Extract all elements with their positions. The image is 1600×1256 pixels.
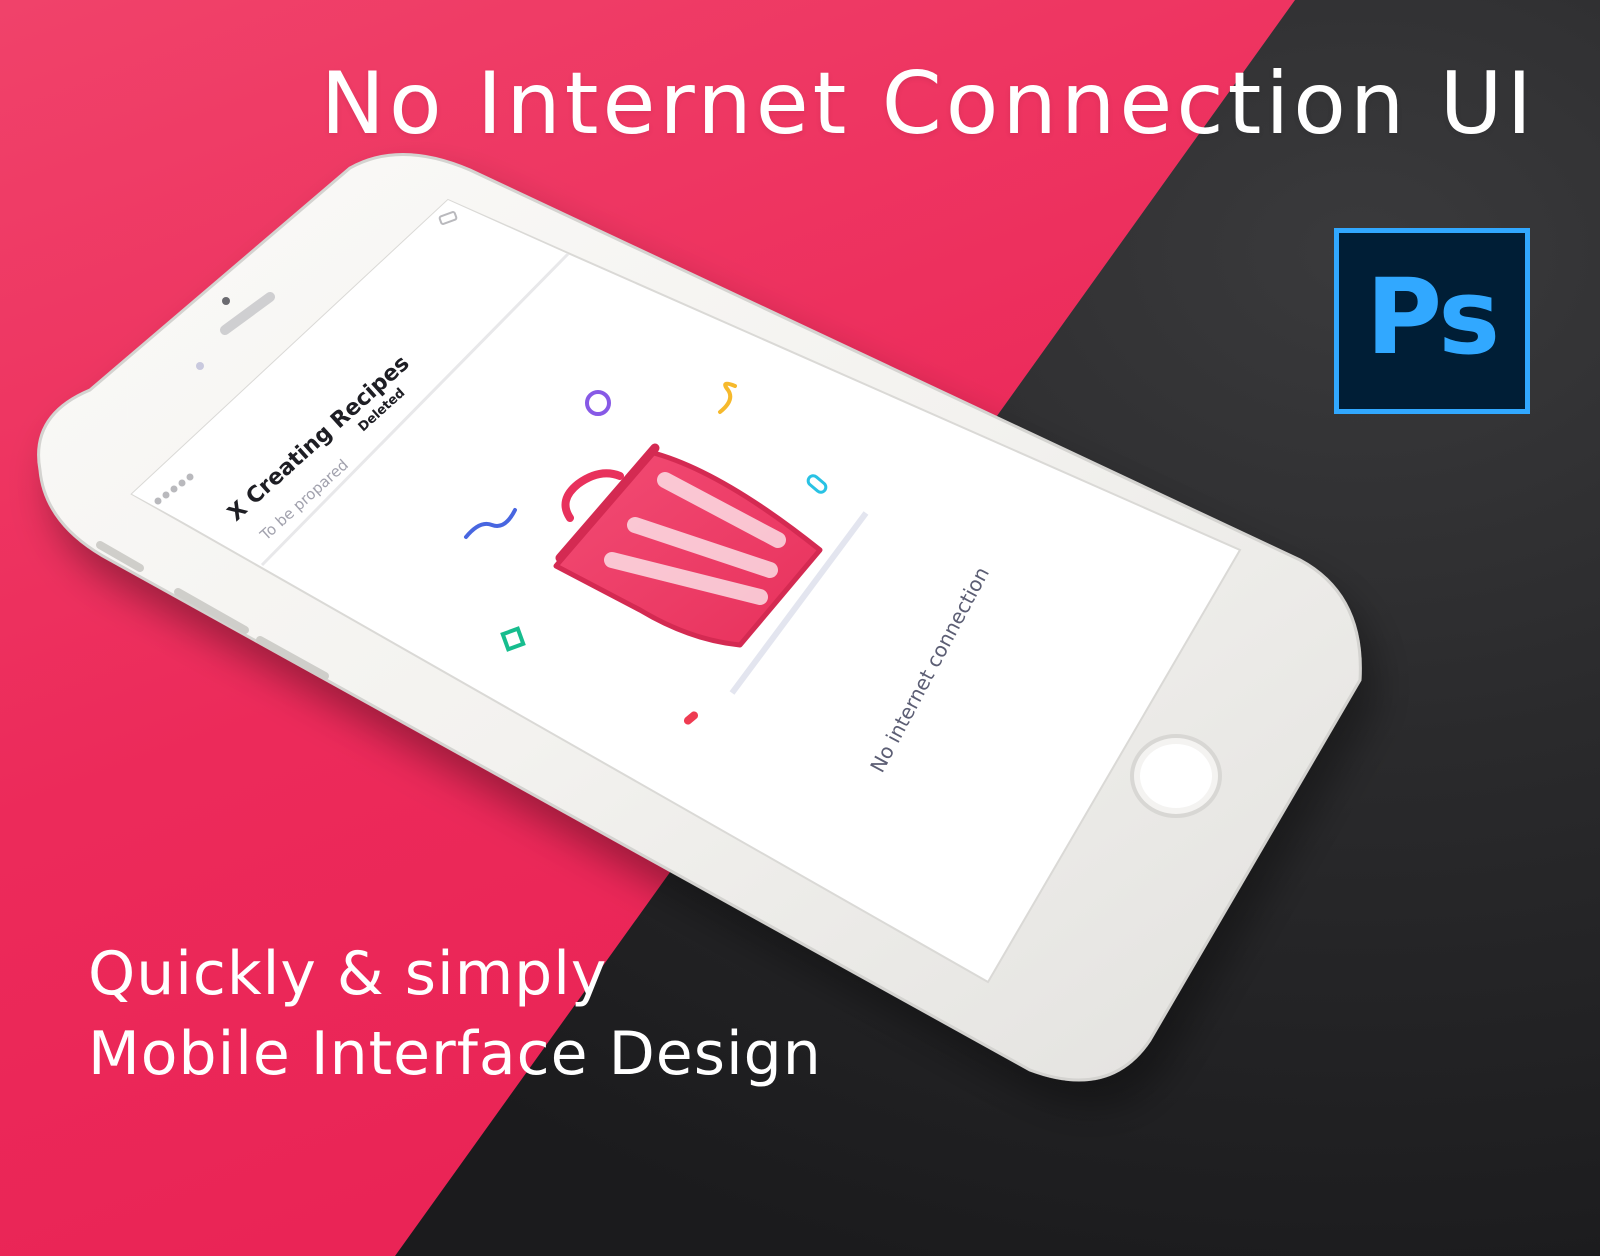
home-button[interactable]	[1130, 734, 1222, 818]
sensor-dot	[196, 362, 204, 370]
tagline-line-1: Quickly & simply	[88, 939, 608, 1009]
front-camera	[222, 297, 230, 305]
tagline-line-2: Mobile Interface Design	[88, 1019, 822, 1089]
